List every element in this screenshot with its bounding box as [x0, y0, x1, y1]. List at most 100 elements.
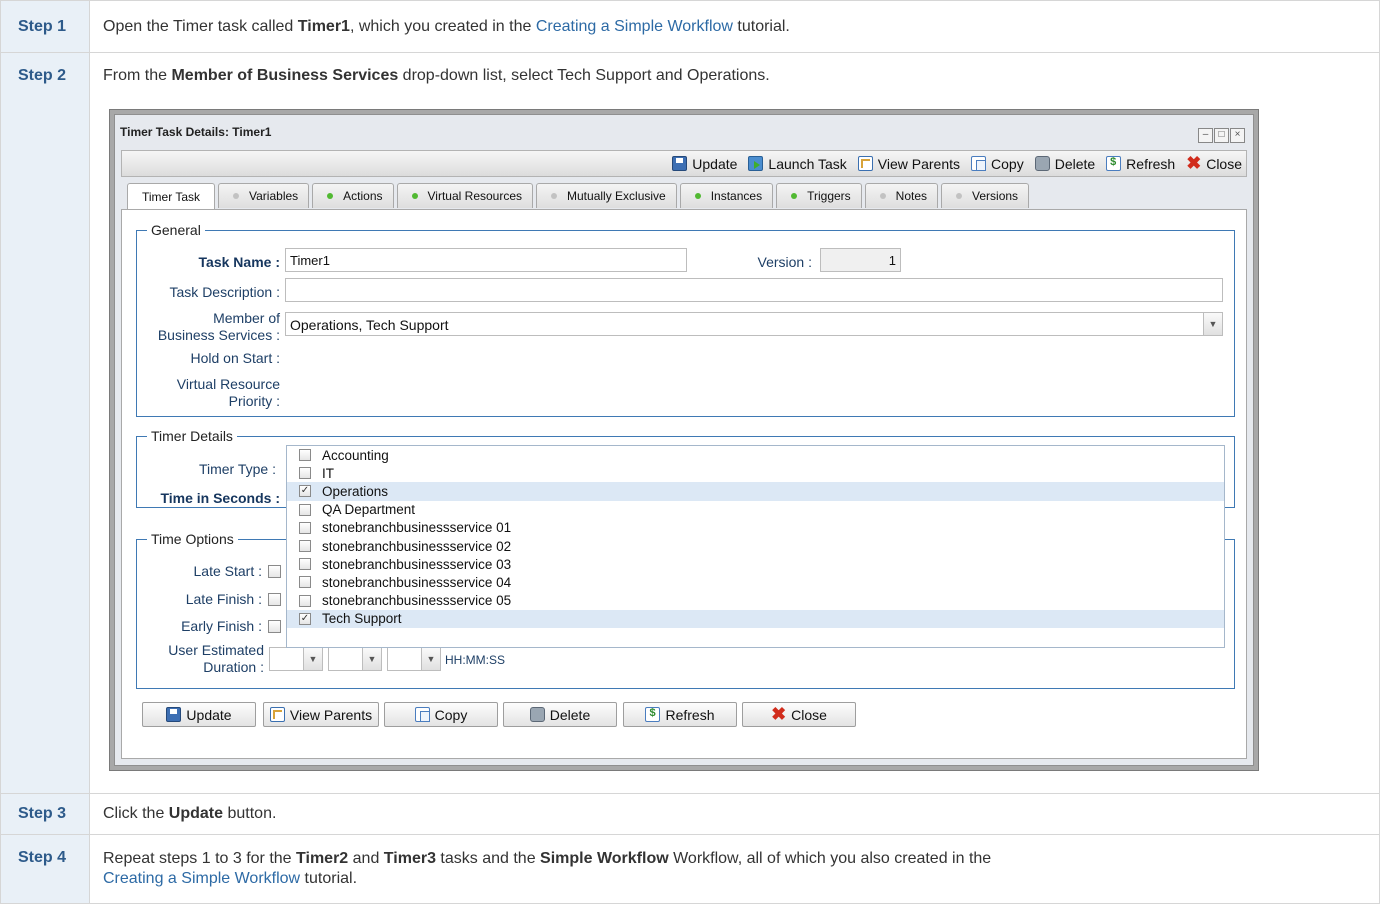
business-services-select[interactable]: Operations, Tech Support ▼ [285, 312, 1223, 336]
window-title: Timer Task Details: Timer1 [120, 125, 272, 139]
delete-icon [1034, 156, 1050, 171]
button-label: Delete [549, 706, 591, 723]
step-text-part: tasks and the [435, 850, 541, 867]
checkbox[interactable] [299, 594, 311, 607]
dropdown-option[interactable]: Accounting [287, 446, 1224, 464]
step-row: Step 3 Click the Update button. [0, 793, 1380, 835]
late-start-checkbox[interactable] [268, 565, 281, 578]
version-label: Version : [757, 254, 812, 270]
close-window-icon[interactable]: × [1230, 128, 1245, 143]
step-text-part: tutorial. [732, 17, 790, 35]
close-icon: ✖ [771, 704, 787, 724]
tab-label: Virtual Resources [427, 189, 523, 203]
update-button[interactable]: Update [672, 156, 737, 172]
chevron-down-icon[interactable]: ▼ [421, 648, 440, 670]
tab-triggers[interactable]: Triggers [776, 183, 862, 208]
task-name-input[interactable]: Timer1 [285, 248, 687, 272]
step-text-part: Repeat steps 1 to 3 for the [103, 850, 297, 867]
minimize-icon[interactable]: – [1198, 128, 1213, 143]
checkbox[interactable] [299, 449, 311, 462]
refresh-icon [1106, 156, 1122, 171]
tab-variables[interactable]: Variables [218, 183, 310, 208]
copy-button[interactable]: Copy [971, 156, 1024, 172]
dropdown-option[interactable]: ✓ Tech Support [287, 609, 1224, 628]
step-row: Step 1 Open the Timer task called Timer1… [0, 0, 1380, 53]
view-parents-button[interactable]: View Parents [857, 156, 960, 172]
refresh-button[interactable]: Refresh [623, 702, 737, 727]
fieldset-legend: Timer Details [147, 428, 237, 444]
checkbox[interactable] [299, 576, 311, 589]
step-text: Click the Update button. [89, 793, 1380, 835]
tab-timer-task[interactable]: Timer Task [127, 183, 216, 210]
checkbox-checked[interactable]: ✓ [299, 612, 311, 625]
member-of-label: Member of Business Services : [142, 310, 280, 344]
chevron-down-icon[interactable]: ▼ [362, 648, 381, 670]
step-text-bold: Simple Workflow [540, 850, 669, 867]
duration-seconds-select[interactable]: ▼ [387, 647, 441, 671]
delete-button[interactable]: Delete [1034, 156, 1095, 172]
tab-virtual-resources[interactable]: Virtual Resources [396, 183, 534, 208]
dropdown-option[interactable]: stonebranchbusinessservice 01 [287, 519, 1224, 537]
tab-label: Triggers [807, 189, 851, 203]
label-line: Member of [213, 310, 280, 326]
chevron-down-icon[interactable]: ▼ [303, 648, 322, 670]
dropdown-option[interactable]: stonebranchbusinessservice 03 [287, 555, 1224, 573]
tutorial-link[interactable]: Creating a Simple Workflow [536, 18, 733, 35]
launch-task-button[interactable]: Launch Task [748, 156, 847, 172]
view-parents-button[interactable]: View Parents [263, 702, 379, 727]
tab-versions[interactable]: Versions [941, 183, 1030, 208]
task-description-input[interactable] [285, 278, 1223, 302]
step-text-bold: Timer2 [296, 850, 349, 867]
dropdown-option[interactable]: stonebranchbusinessservice 02 [287, 537, 1224, 555]
close-button[interactable]: ✖ Close [742, 702, 856, 727]
hold-on-start-label: Hold on Start : [190, 350, 281, 366]
copy-button[interactable]: Copy [384, 702, 498, 727]
dropdown-option[interactable]: stonebranchbusinessservice 04 [287, 573, 1224, 591]
close-button[interactable]: ✖ Close [1186, 154, 1242, 172]
checkbox[interactable] [299, 467, 311, 480]
task-name-label: Task Name : [198, 254, 280, 270]
duration-hours-select[interactable]: ▼ [269, 647, 323, 671]
fieldset-legend: General [147, 222, 205, 238]
user-estimated-duration-label: User Estimated Duration : [142, 642, 264, 676]
checkbox[interactable] [299, 503, 311, 516]
dropdown-option[interactable]: stonebranchbusinessservice 05 [287, 592, 1224, 610]
update-button[interactable]: Update [142, 702, 256, 727]
checkbox[interactable] [299, 540, 311, 553]
status-dot-icon [879, 193, 886, 199]
checkbox-checked[interactable]: ✓ [299, 485, 311, 498]
timer-type-label: Timer Type : [198, 461, 276, 477]
tab-mutually-exclusive[interactable]: Mutually Exclusive [536, 183, 677, 208]
tutorial-link[interactable]: Creating a Simple Workflow [103, 870, 300, 887]
option-label: stonebranchbusinessservice 01 [322, 520, 512, 536]
checkbox[interactable] [299, 521, 311, 534]
timer-task-window: Timer Task Details: Timer1 – □ × Update … [109, 109, 1259, 771]
option-label: stonebranchbusinessservice 04 [322, 574, 512, 590]
tab-notes[interactable]: Notes [864, 183, 939, 208]
refresh-button[interactable]: Refresh [1106, 156, 1175, 172]
maximize-icon[interactable]: □ [1214, 128, 1229, 143]
delete-button[interactable]: Delete [503, 702, 617, 727]
duration-minutes-select[interactable]: ▼ [328, 647, 382, 671]
dropdown-option[interactable]: IT [287, 464, 1224, 482]
option-label: Tech Support [322, 611, 402, 627]
tab-actions[interactable]: Actions [312, 183, 394, 208]
step-text-bold: Member of Business Services [171, 67, 399, 84]
chevron-down-icon[interactable]: ▼ [1203, 313, 1222, 335]
early-finish-checkbox[interactable] [268, 620, 281, 633]
tab-instances[interactable]: Instances [679, 183, 774, 208]
option-label: QA Department [322, 502, 416, 518]
late-finish-checkbox[interactable] [268, 593, 281, 606]
dropdown-option[interactable]: QA Department [287, 501, 1224, 519]
label-line: Virtual Resource [176, 376, 280, 392]
tab-bar: Timer Task Variables Actions Virtual Res… [127, 183, 1032, 210]
early-finish-label: Early Finish : [181, 618, 262, 634]
dropdown-option[interactable]: ✓ Operations [287, 482, 1224, 501]
option-label: stonebranchbusinessservice 03 [322, 556, 512, 572]
launch-icon [748, 156, 764, 171]
step-text-part: Workflow, all of which you also created … [668, 850, 992, 867]
checkbox[interactable] [299, 558, 311, 571]
label-line: Priority : [228, 393, 280, 409]
virtual-resource-priority-label: Virtual Resource Priority : [142, 376, 280, 410]
button-label: Close [791, 706, 827, 723]
